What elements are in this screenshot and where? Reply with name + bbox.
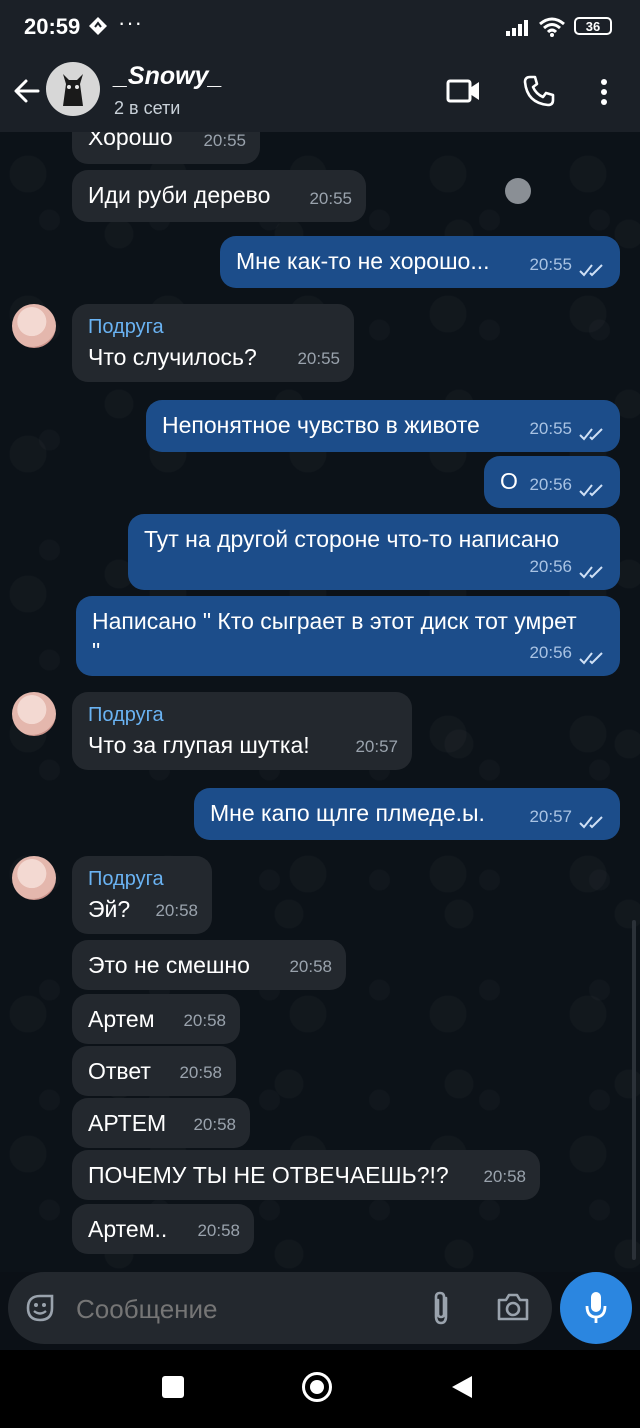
cat-avatar-icon [63,74,83,106]
message-time: 20:58 [193,1115,236,1134]
message-input[interactable] [74,1288,398,1330]
read-ticks-icon [579,652,603,665]
message-time: 20:57 [355,737,398,756]
message-time: 20:57 [529,807,572,826]
home-icon[interactable] [302,1372,332,1402]
status-time: 20:59 [24,14,81,39]
message-time: 20:55 [529,255,572,274]
message-in[interactable]: АРТЕМ 20:58 [72,1098,250,1148]
message-in[interactable]: Подруга Что за глупая шутка! 20:57 [72,692,412,770]
battery-icon: 36 [574,17,612,35]
sender-avatar[interactable] [12,856,56,900]
message-text: Артем.. [88,1216,168,1242]
sender-name[interactable]: Подруга [88,866,196,892]
scroll-indicator-dot [505,178,531,204]
message-time: 20:55 [529,419,572,438]
message-text: Непонятное чувство в животе [162,412,480,438]
message-out[interactable]: Тут на другой стороне что-то написано 20… [128,514,620,590]
chat-subtitle: 2 в сети [114,98,181,118]
status-bar: 20:59 ··· 36 [0,0,640,52]
message-out[interactable]: Мне капо щлге плмеде.ы. 20:57 [194,788,620,840]
recent-apps-icon[interactable] [162,1376,184,1398]
message-time: 20:56 [529,557,572,576]
message-in[interactable]: Это не смешно 20:58 [72,940,346,990]
message-in[interactable]: Подруга Что случилось? 20:55 [72,304,354,382]
message-time: 20:58 [179,1063,222,1082]
message-time: 20:58 [289,957,332,976]
video-call-icon[interactable] [446,78,482,104]
message-time: 20:55 [203,132,246,150]
read-ticks-icon [579,428,603,441]
message-out[interactable]: О 20:56 [484,456,620,508]
chat-avatar[interactable] [46,62,100,116]
back-arrow-icon[interactable] [12,76,42,106]
message-out[interactable]: Непонятное чувство в животе 20:55 [146,400,620,452]
attach-icon[interactable] [430,1290,452,1326]
message-text: Артем [88,1006,155,1032]
message-text: Хорошо [88,132,173,150]
sender-avatar[interactable] [12,692,56,736]
message-in[interactable]: Подруга Эй? 20:58 [72,856,212,934]
battery-level: 36 [585,18,601,34]
message-in[interactable]: Хорошо 20:55 [72,132,260,164]
message-in[interactable]: Иди руби дерево 20:55 [72,170,366,222]
message-time: 20:56 [529,643,572,662]
notification-icon [89,17,107,35]
message-text: Мне капо щлге плмеде.ы. [210,800,485,826]
message-text: Это не смешно [88,952,250,978]
message-text: Иди руби дерево [88,182,271,208]
message-text: АРТЕМ [88,1110,167,1136]
message-text: О [500,468,518,494]
message-text: Мне как-то не хорошо... [236,248,490,274]
message-time: 20:58 [483,1167,526,1186]
system-nav-bar [0,1350,640,1428]
message-text: Написано " Кто сыграет в этот диск тот у… [92,608,577,664]
chat-title[interactable]: _Snowy_ [114,62,222,91]
message-in[interactable]: Артем.. 20:58 [72,1204,254,1254]
sticker-icon[interactable] [24,1292,56,1324]
more-notifications-icon: ··· [118,10,143,35]
message-text: Что за глупая шутка! [88,732,310,758]
phone-icon[interactable] [522,74,556,108]
message-text: Эй? [88,896,131,922]
message-time: 20:58 [183,1011,226,1030]
camera-icon[interactable] [496,1292,530,1322]
wifi-icon [539,17,565,37]
message-list[interactable]: Хорошо 20:55 Иди руби дерево 20:55 Мне к… [0,132,640,1272]
message-out[interactable]: Написано " Кто сыграет в этот диск тот у… [76,596,620,676]
message-text: Тут на другой стороне что-то написано [144,526,560,552]
mic-icon [585,1292,607,1323]
sender-name[interactable]: Подруга [88,702,396,728]
sender-name[interactable]: Подруга [88,314,338,340]
message-time: 20:55 [297,349,340,368]
message-in[interactable]: Артем 20:58 [72,994,240,1044]
chat-scrollbar[interactable] [632,920,636,1260]
read-ticks-icon [579,264,603,277]
message-time: 20:58 [197,1221,240,1240]
message-time: 20:58 [155,901,198,920]
read-ticks-icon [579,816,603,829]
chat-header: _Snowy_ 2 в сети [0,52,640,132]
message-composer [8,1272,552,1344]
read-ticks-icon [579,484,603,497]
signal-icon [506,20,528,36]
message-time: 20:55 [309,189,352,208]
message-in[interactable]: Ответ 20:58 [72,1046,236,1096]
voice-record-button[interactable] [560,1272,632,1344]
back-nav-icon[interactable] [450,1374,474,1400]
message-in[interactable]: ПОЧЕМУ ТЫ НЕ ОТВЕЧАЕШЬ?!? 20:58 [72,1150,540,1200]
sender-avatar[interactable] [12,304,56,348]
message-text: Что случилось? [88,344,257,370]
read-ticks-icon [579,566,603,579]
message-time: 20:56 [529,475,572,494]
message-text: ПОЧЕМУ ТЫ НЕ ОТВЕЧАЕШЬ?!? [88,1162,449,1188]
message-text: Ответ [88,1058,151,1084]
message-out[interactable]: Мне как-то не хорошо... 20:55 [220,236,620,288]
more-vert-icon[interactable] [598,78,610,106]
